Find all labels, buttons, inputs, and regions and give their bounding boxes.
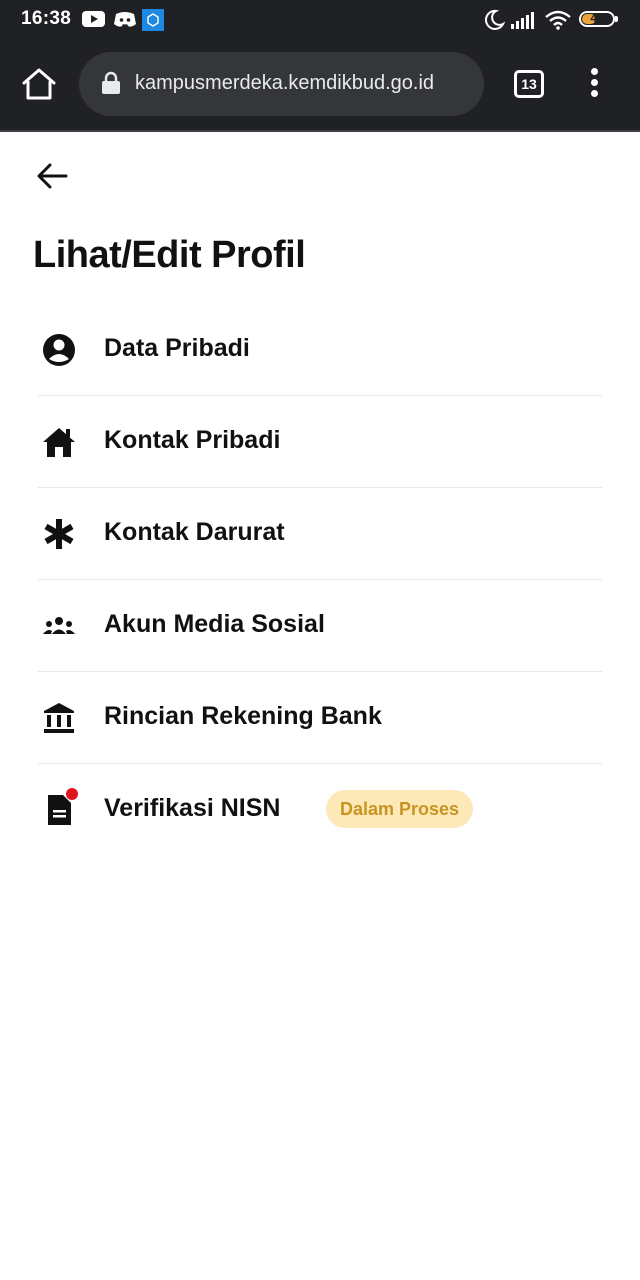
browser-toolbar: kampusmerdeka.kemdikbud.go.id 13 xyxy=(0,40,640,130)
battery-level: 44 xyxy=(590,11,604,25)
menu-item-label: Kontak Pribadi xyxy=(104,426,281,454)
people-icon xyxy=(43,617,75,634)
status-time: 16:38 xyxy=(21,8,72,29)
menu-item-label: Kontak Darurat xyxy=(104,518,285,546)
battery-icon: 44 xyxy=(579,11,615,27)
menu-item-verifikasi-nisn[interactable]: Verifikasi NISN Dalam Proses xyxy=(38,764,602,856)
status-badge: Dalam Proses xyxy=(326,790,474,828)
home-icon xyxy=(43,428,75,457)
home-icon[interactable] xyxy=(20,65,58,103)
profile-menu-list: Data Pribadi Kontak Pribadi Kontak Darur… xyxy=(38,304,602,856)
discord-icon xyxy=(114,12,136,27)
notification-dot xyxy=(66,788,78,800)
signal-icon xyxy=(511,12,534,29)
wifi-icon xyxy=(545,10,571,30)
toolbar-divider xyxy=(0,130,640,132)
address-bar[interactable]: kampusmerdeka.kemdikbud.go.id xyxy=(79,52,484,116)
page-title: Lihat/Edit Profil xyxy=(33,234,306,276)
account-circle-icon xyxy=(43,334,75,366)
app-icon xyxy=(142,9,164,31)
more-vert-icon[interactable] xyxy=(584,68,604,102)
menu-item-label: Verifikasi NISN xyxy=(104,794,281,822)
asterisk-icon xyxy=(44,519,74,549)
youtube-icon xyxy=(82,11,105,27)
menu-item-label: Data Pribadi xyxy=(104,334,250,362)
bank-icon xyxy=(44,703,74,733)
menu-item-rincian-rekening-bank[interactable]: Rincian Rekening Bank xyxy=(38,672,602,764)
menu-item-kontak-darurat[interactable]: Kontak Darurat xyxy=(38,488,602,580)
status-bar: 16:38 44 xyxy=(0,0,640,40)
moon-icon xyxy=(484,9,505,30)
lock-icon xyxy=(102,71,120,94)
url-text: kampusmerdeka.kemdikbud.go.id xyxy=(135,72,435,94)
arrow-left-icon[interactable] xyxy=(34,160,70,192)
menu-item-label: Akun Media Sosial xyxy=(104,610,325,638)
tabs-button[interactable]: 13 xyxy=(514,70,544,98)
menu-item-data-pribadi[interactable]: Data Pribadi xyxy=(38,304,602,396)
menu-item-akun-media-sosial[interactable]: Akun Media Sosial xyxy=(38,580,602,672)
battery-tip xyxy=(615,16,618,22)
menu-item-kontak-pribadi[interactable]: Kontak Pribadi xyxy=(38,396,602,488)
menu-item-label: Rincian Rekening Bank xyxy=(104,702,382,730)
